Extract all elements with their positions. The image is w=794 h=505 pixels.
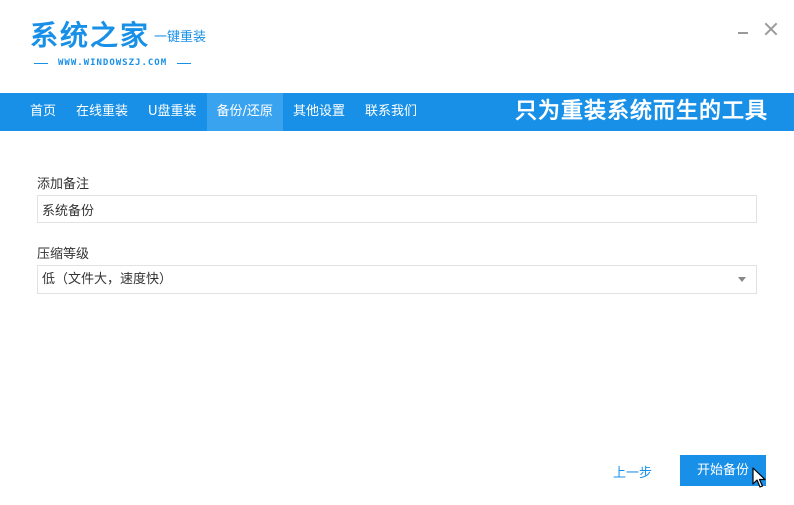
compression-level-label: 压缩等级 (37, 247, 90, 262)
logo-title: 系统之家 (30, 19, 151, 52)
tab-home[interactable]: 首页 (20, 93, 66, 131)
app-logo: 系统之家 一键重装 WWW.WINDOWSZJ.COM (30, 18, 207, 68)
nav-bar: 首页 在线重装 U盘重装 备份/还原 其他设置 联系我们 只为重装系统而生的工具 (0, 93, 794, 131)
logo-dash-left (34, 62, 48, 64)
mouse-cursor-icon (752, 467, 766, 488)
compression-level-select[interactable]: 低（文件大，速度快） (37, 265, 757, 294)
tab-usb-reinstall[interactable]: U盘重装 (138, 93, 207, 131)
app-header: 系统之家 一键重装 WWW.WINDOWSZJ.COM (0, 0, 794, 93)
compression-level-value: 低（文件大，速度快） (42, 272, 173, 287)
close-icon[interactable] (762, 20, 780, 38)
nav-items: 首页 在线重装 U盘重装 备份/还原 其他设置 联系我们 (20, 93, 427, 131)
tab-other-settings[interactable]: 其他设置 (283, 93, 355, 131)
logo-url: WWW.WINDOWSZJ.COM (34, 58, 219, 68)
logo-url-text: WWW.WINDOWSZJ.COM (58, 58, 168, 68)
window-controls (734, 20, 780, 38)
slogan: 只为重装系统而生的工具 (514, 99, 768, 124)
logo-dash-right (177, 62, 192, 64)
note-label: 添加备注 (37, 177, 90, 192)
chevron-down-icon (738, 277, 746, 282)
tab-backup-restore[interactable]: 备份/还原 (206, 93, 283, 131)
minimize-icon[interactable] (734, 20, 752, 38)
tab-online-reinstall[interactable]: 在线重装 (66, 93, 138, 131)
logo-subtitle: 一键重装 (154, 30, 207, 45)
tab-contact-us[interactable]: 联系我们 (355, 93, 427, 131)
note-input[interactable] (37, 195, 757, 223)
previous-step-button[interactable]: 上一步 (613, 462, 652, 481)
